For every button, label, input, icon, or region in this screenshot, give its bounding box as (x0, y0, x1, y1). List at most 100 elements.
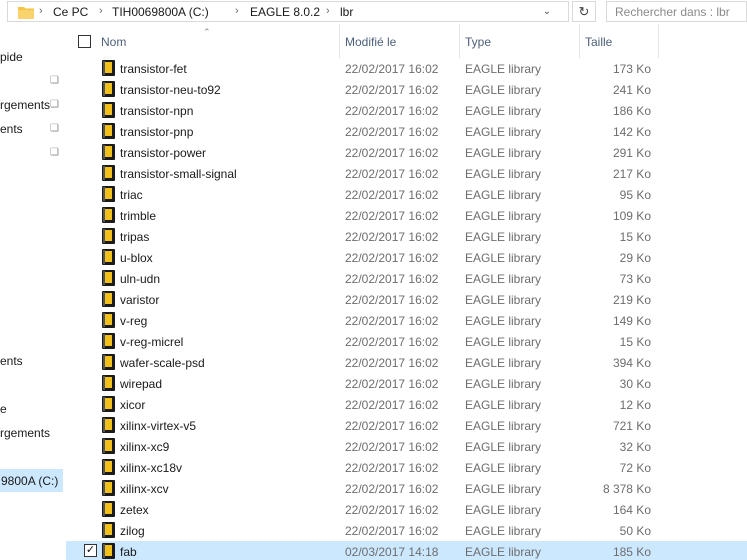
file-date: 22/02/2017 16:02 (345, 83, 439, 97)
file-name: transistor-fet (120, 62, 187, 76)
file-date: 22/02/2017 16:02 (345, 398, 439, 412)
file-type: EAGLE library (465, 104, 542, 118)
file-row[interactable]: transistor-neu-to92 22/02/2017 16:02 EAGLE… (66, 79, 747, 100)
nav-item-documents-2[interactable]: ents (0, 354, 23, 368)
nav-item-documents[interactable]: ents (0, 122, 23, 136)
file-row[interactable]: v-reg 22/02/2017 16:02 EAGLE library 149 Ko (66, 310, 747, 331)
file-name: transistor-small-signal (120, 167, 237, 181)
eagle-library-icon (102, 81, 115, 97)
breadcrumb-separator-icon[interactable]: › (99, 5, 103, 17)
file-name: xilinx-xc9 (120, 440, 170, 454)
file-row[interactable]: xilinx-xc9 22/02/2017 16:02 EAGLE library 3… (66, 436, 747, 457)
eagle-library-icon (102, 165, 115, 181)
file-row[interactable]: zetex 22/02/2017 16:02 EAGLE library 164 Ko (66, 499, 747, 520)
file-name: xilinx-xcv (120, 482, 169, 496)
breadcrumb-separator-icon[interactable]: › (326, 5, 330, 17)
file-row[interactable]: varistor 22/02/2017 16:02 EAGLE library 219… (66, 289, 747, 310)
refresh-button[interactable]: ↻ (572, 1, 596, 22)
file-date: 22/02/2017 16:02 (345, 314, 439, 328)
file-type: EAGLE library (465, 419, 542, 433)
column-date[interactable]: Modifié le (340, 24, 460, 58)
file-size: 50 Ko (619, 524, 651, 538)
pin-icon[interactable]: ❏ (50, 100, 60, 110)
column-type-label: Type (465, 35, 492, 49)
row-checkbox[interactable]: ✓ (84, 544, 97, 557)
file-row[interactable]: triac 22/02/2017 16:02 EAGLE library 95 Ko (66, 184, 747, 205)
nav-item-images[interactable]: e (0, 402, 7, 416)
breadcrumb-separator-icon[interactable]: › (235, 5, 239, 17)
file-row[interactable]: xilinx-xc18v 22/02/2017 16:02 EAGLE librar… (66, 457, 747, 478)
breadcrumb-separator-icon[interactable]: › (39, 5, 43, 17)
navigation-pane: pide ❏ rgements ❏ ents ❏ ❏ ents e rgemen… (0, 24, 66, 560)
file-date: 22/02/2017 16:02 (345, 461, 439, 475)
file-date: 22/02/2017 16:02 (345, 251, 439, 265)
search-input[interactable]: Rechercher dans : lbr (606, 1, 747, 22)
file-row[interactable]: zilog 22/02/2017 16:02 EAGLE library 50 Ko (66, 520, 747, 541)
pin-icon[interactable]: ❏ (50, 76, 60, 86)
file-size: 29 Ko (619, 251, 651, 265)
nav-item-quick-access[interactable]: pide (0, 50, 23, 64)
file-size: 73 Ko (619, 272, 651, 286)
file-type: EAGLE library (465, 440, 542, 454)
eagle-library-icon (102, 438, 115, 454)
file-name: wafer-scale-psd (120, 356, 205, 370)
folder-icon (18, 7, 34, 19)
eagle-library-icon (102, 60, 115, 76)
eagle-library-icon (102, 270, 115, 286)
file-size: 8 378 Ko (602, 482, 651, 496)
file-name: u-blox (120, 251, 153, 265)
eagle-library-icon (102, 144, 115, 160)
file-date: 22/02/2017 16:02 (345, 440, 439, 454)
file-size: 15 Ko (619, 230, 651, 244)
file-size: 394 Ko (612, 356, 651, 370)
nav-item-downloads[interactable]: rgements (0, 98, 50, 112)
nav-item-drive-c[interactable]: 9800A (C:) (0, 469, 63, 492)
file-row[interactable]: transistor-pnp 22/02/2017 16:02 EAGLE libr… (66, 121, 747, 142)
address-bar[interactable]: › Ce PC › TIH0069800A (C:) › EAGLE 8.0.2… (7, 1, 569, 22)
file-name: transistor-pnp (120, 125, 194, 139)
file-date: 22/02/2017 16:02 (345, 167, 439, 181)
refresh-icon: ↻ (578, 4, 590, 19)
breadcrumb-ce-pc[interactable]: Ce PC (53, 5, 88, 19)
file-row[interactable]: uln-udn 22/02/2017 16:02 EAGLE library 73 K… (66, 268, 747, 289)
file-row[interactable]: tripas 22/02/2017 16:02 EAGLE library 15 Ko (66, 226, 747, 247)
file-row[interactable]: trimble 22/02/2017 16:02 EAGLE library 109 … (66, 205, 747, 226)
nav-item-downloads-2[interactable]: rgements (0, 426, 50, 440)
column-date-label: Modifié le (345, 35, 397, 49)
file-type: EAGLE library (465, 251, 542, 265)
eagle-library-icon (102, 207, 115, 223)
file-row[interactable]: transistor-small-signal 22/02/2017 16:02 E… (66, 163, 747, 184)
file-row[interactable]: ✓ fab 02/03/2017 14:18 EAGLE library 185 Ko (66, 541, 747, 560)
file-size: 721 Ko (612, 419, 651, 433)
column-size[interactable]: Taille (580, 24, 659, 58)
file-row[interactable]: v-reg-micrel 22/02/2017 16:02 EAGLE librar… (66, 331, 747, 352)
breadcrumb-eagle[interactable]: EAGLE 8.0.2 (250, 5, 320, 19)
file-row[interactable]: wirepad 22/02/2017 16:02 EAGLE library 30 K… (66, 373, 747, 394)
file-row[interactable]: xilinx-virtex-v5 22/02/2017 16:02 EAGLE li… (66, 415, 747, 436)
file-row[interactable]: xicor 22/02/2017 16:02 EAGLE library 12 Ko (66, 394, 747, 415)
file-row[interactable]: transistor-npn 22/02/2017 16:02 EAGLE libr… (66, 100, 747, 121)
file-type: EAGLE library (465, 503, 542, 517)
file-row[interactable]: transistor-fet 22/02/2017 16:02 EAGLE libr… (66, 58, 747, 79)
file-name: transistor-neu-to92 (120, 83, 221, 97)
file-row[interactable]: u-blox 22/02/2017 16:02 EAGLE library 29 Ko (66, 247, 747, 268)
file-row[interactable]: wafer-scale-psd 22/02/2017 16:02 EAGLE lib… (66, 352, 747, 373)
eagle-library-icon (102, 480, 115, 496)
file-date: 22/02/2017 16:02 (345, 482, 439, 496)
file-size: 219 Ko (612, 293, 651, 307)
eagle-library-icon (102, 417, 115, 433)
chevron-down-icon[interactable]: ⌄ (538, 3, 556, 21)
pin-icon[interactable]: ❏ (50, 148, 60, 158)
file-row[interactable]: xilinx-xcv 22/02/2017 16:02 EAGLE library 8… (66, 478, 747, 499)
file-date: 22/02/2017 16:02 (345, 524, 439, 538)
column-name[interactable]: Nom ⌃ (66, 24, 340, 58)
breadcrumb-drive[interactable]: TIH0069800A (C:) (112, 5, 209, 19)
breadcrumb-lbr[interactable]: lbr (340, 5, 353, 19)
file-size: 109 Ko (612, 209, 651, 223)
pin-icon[interactable]: ❏ (50, 124, 60, 134)
column-type[interactable]: Type (460, 24, 580, 58)
eagle-library-icon (102, 501, 115, 517)
file-name: transistor-npn (120, 104, 194, 118)
eagle-library-icon (102, 333, 115, 349)
file-row[interactable]: transistor-power 22/02/2017 16:02 EAGLE li… (66, 142, 747, 163)
